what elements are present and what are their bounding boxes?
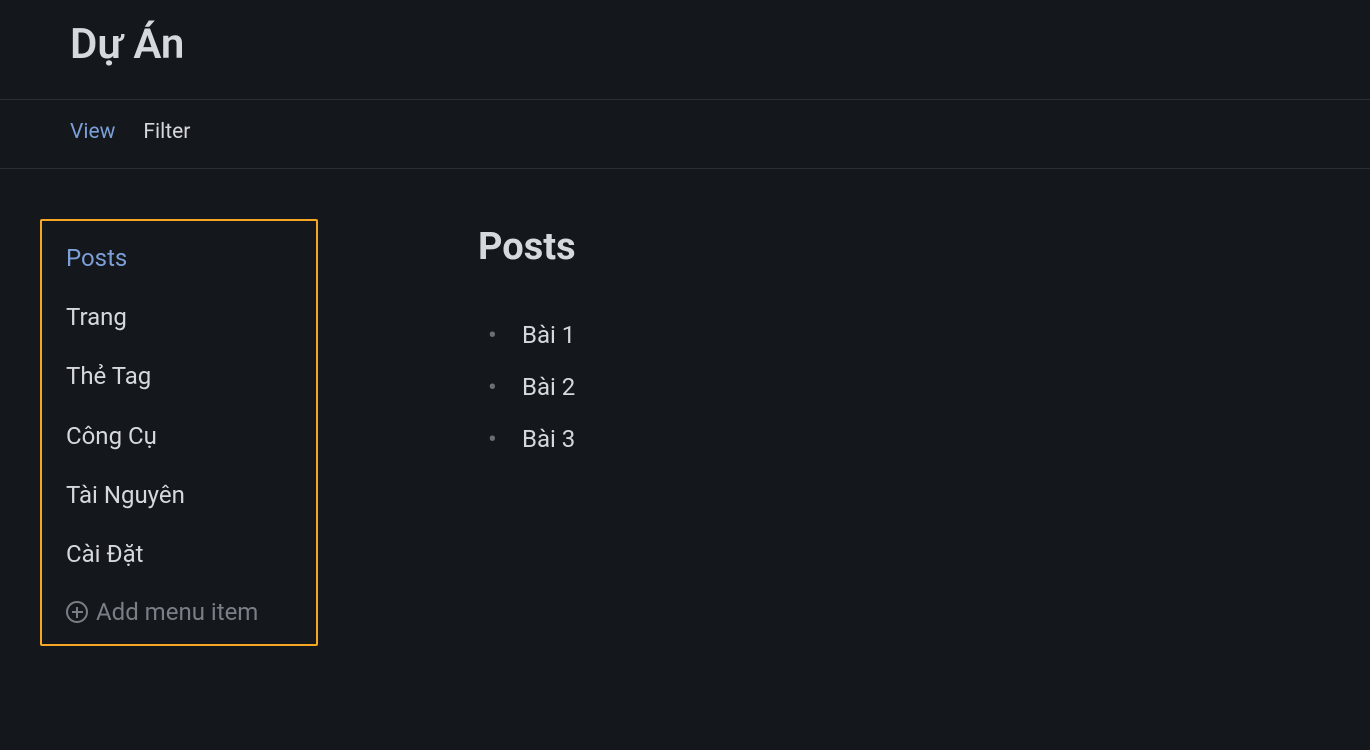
sidebar-item-trang[interactable]: Trang bbox=[66, 288, 292, 347]
sidebar-menu: Posts Trang Thẻ Tag Công Cụ Tài Nguyên C… bbox=[40, 219, 318, 646]
sidebar-item-cong-cu[interactable]: Công Cụ bbox=[66, 407, 292, 466]
list-item[interactable]: Bài 1 bbox=[488, 309, 576, 361]
post-list: Bài 1 Bài 2 Bài 3 bbox=[478, 309, 576, 465]
main-title: Posts bbox=[478, 225, 576, 269]
add-menu-item-button[interactable]: Add menu item bbox=[66, 584, 292, 626]
sidebar-item-the-tag[interactable]: Thẻ Tag bbox=[66, 347, 292, 406]
sidebar-item-posts[interactable]: Posts bbox=[66, 243, 292, 288]
header: Dự Án bbox=[0, 0, 1370, 99]
list-item[interactable]: Bài 3 bbox=[488, 413, 576, 465]
tab-view[interactable]: View bbox=[70, 120, 115, 144]
add-menu-label: Add menu item bbox=[96, 598, 258, 626]
list-item[interactable]: Bài 2 bbox=[488, 361, 576, 413]
main-panel: Posts Bài 1 Bài 2 Bài 3 bbox=[318, 219, 576, 646]
sidebar-item-tai-nguyen[interactable]: Tài Nguyên bbox=[66, 466, 292, 525]
sidebar-item-cai-dat[interactable]: Cài Đặt bbox=[66, 525, 292, 584]
page-title: Dự Án bbox=[70, 20, 1300, 69]
plus-circle-icon bbox=[66, 601, 88, 623]
content-area: Posts Trang Thẻ Tag Công Cụ Tài Nguyên C… bbox=[0, 169, 1370, 696]
tab-filter[interactable]: Filter bbox=[143, 120, 190, 144]
toolbar: View Filter bbox=[0, 99, 1370, 169]
